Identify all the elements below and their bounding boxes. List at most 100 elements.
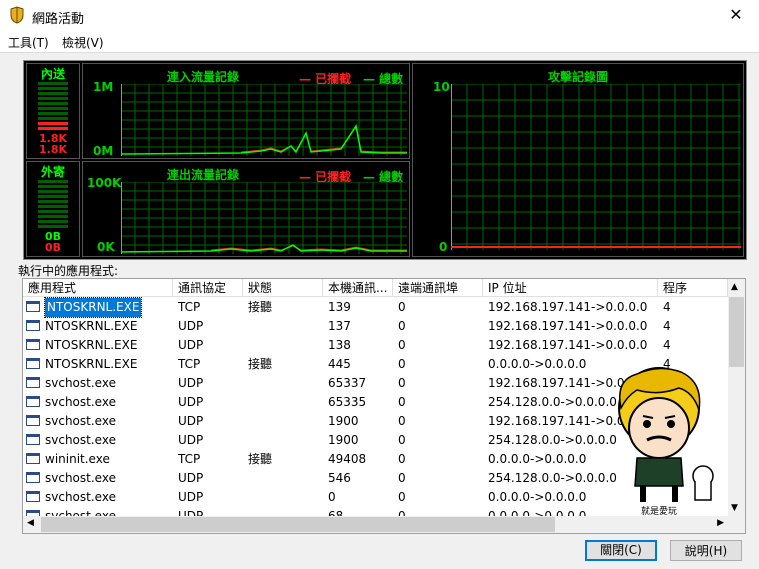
- table-row[interactable]: NTOSKRNL.EXE TCP 接聽 139 0 192.168.197.141->0.…: [23, 297, 728, 318]
- inbound-level-bars: [38, 82, 68, 130]
- network-monitor-panel: 內送 1.8K 1.8K 連入流量記錄 — 已攔截 — 總數 1M 0M 外寄 …: [23, 60, 747, 260]
- application-window-icon: [26, 453, 40, 464]
- outbound-y-min: 0K: [97, 240, 115, 254]
- cell-ip: 192.168.197.141->0.0.0.0: [488, 300, 648, 314]
- cell-local-port: 49408: [328, 452, 367, 466]
- application-window-icon: [26, 491, 40, 502]
- horizontal-scrollbar[interactable]: ◀ ▶: [23, 516, 728, 533]
- shield-icon: [10, 6, 24, 24]
- horizontal-scroll-thumb[interactable]: [41, 517, 555, 532]
- cell-remote-port: 0: [398, 471, 406, 485]
- cell-protocol: TCP: [178, 357, 201, 371]
- cell-process: 4: [663, 338, 671, 352]
- outbound-traffic-graph: 連出流量記錄 — 已攔截 — 總數 100K 0K: [82, 161, 410, 257]
- cell-process: 4: [663, 319, 671, 333]
- vertical-scrollbar[interactable]: ▲ ▼: [728, 279, 745, 516]
- cell-ip: 254.128.0.0->0.0.0.0: [488, 395, 617, 409]
- application-window-icon: [26, 472, 40, 483]
- column-header-app[interactable]: 應用程式: [23, 279, 173, 297]
- cell-remote-port: 0: [398, 490, 406, 504]
- cell-local-port: 138: [328, 338, 351, 352]
- menu-tools[interactable]: 工具(T): [8, 34, 49, 51]
- inbound-graph-plot: [121, 84, 407, 156]
- close-button[interactable]: 關閉(C): [585, 540, 657, 561]
- cell-name: svchost.exe: [45, 433, 116, 447]
- cell-local-port: 546: [328, 471, 351, 485]
- cell-remote-port: 0: [398, 452, 406, 466]
- close-window-button[interactable]: ✕: [713, 0, 759, 32]
- cell-name: NTOSKRNL.EXE: [45, 319, 138, 333]
- column-header-process[interactable]: 程序: [658, 279, 728, 297]
- mascot-sticker: 就是愛玩: [618, 367, 714, 517]
- application-window-icon: [26, 377, 40, 388]
- outbound-meter-title: 外寄: [40, 165, 65, 179]
- cell-protocol: UDP: [178, 338, 204, 352]
- application-window-icon: [26, 339, 40, 350]
- outbound-meter: 外寄 0B 0B: [26, 161, 80, 257]
- column-header-ip[interactable]: IP 位址: [483, 279, 658, 297]
- outbound-level-bars: [38, 180, 68, 228]
- help-button[interactable]: 說明(H): [670, 540, 742, 561]
- cell-name: NTOSKRNL.EXE: [45, 338, 138, 352]
- inbound-y-min: 0M: [93, 144, 114, 158]
- scroll-left-icon[interactable]: ◀: [27, 518, 34, 528]
- cell-protocol: TCP: [178, 452, 201, 466]
- column-header-protocol[interactable]: 通訊協定: [173, 279, 243, 297]
- inbound-meter-title: 內送: [40, 67, 65, 81]
- column-header-remote-port[interactable]: 遠端通訊埠: [393, 279, 483, 297]
- scroll-down-icon[interactable]: ▼: [731, 503, 738, 513]
- cell-protocol: UDP: [178, 319, 204, 333]
- attack-graph-title: 攻擊記錄圖: [547, 70, 608, 84]
- cell-local-port: 139: [328, 300, 351, 314]
- column-header-status[interactable]: 狀態: [243, 279, 323, 297]
- inbound-blocked-value: 1.8K: [38, 143, 67, 156]
- cell-status: 接聽: [248, 452, 273, 466]
- application-window-icon: [26, 415, 40, 426]
- cell-name: svchost.exe: [45, 395, 116, 409]
- cell-name: svchost.exe: [45, 376, 116, 390]
- cell-local-port: 1900: [328, 433, 359, 447]
- table-row[interactable]: NTOSKRNL.EXE UDP 137 0 192.168.197.141->0.0.…: [23, 317, 728, 336]
- inbound-graph-title: 連入流量記錄: [167, 70, 240, 84]
- attack-graph-plot: [451, 84, 741, 250]
- column-header-local-port[interactable]: 本機通訊...: [323, 279, 393, 297]
- outbound-graph-plot: [121, 182, 407, 254]
- application-window-icon: [26, 320, 40, 331]
- inbound-traffic-graph: 連入流量記錄 — 已攔截 — 總數 1M 0M: [82, 63, 410, 159]
- running-apps-label: 執行中的應用程式:: [18, 264, 119, 278]
- cell-local-port: 445: [328, 357, 351, 371]
- cell-remote-port: 0: [398, 300, 406, 314]
- cell-local-port: 1900: [328, 414, 359, 428]
- cell-remote-port: 0: [398, 319, 406, 333]
- mascot-caption: 就是愛玩: [641, 505, 677, 517]
- application-window-icon: [26, 434, 40, 445]
- vertical-scroll-thumb[interactable]: [729, 297, 744, 367]
- cell-remote-port: 0: [398, 376, 406, 390]
- cell-protocol: UDP: [178, 414, 204, 428]
- scroll-right-icon[interactable]: ▶: [717, 518, 724, 528]
- cell-status: 接聽: [248, 300, 273, 314]
- table-row[interactable]: NTOSKRNL.EXE UDP 138 0 192.168.197.141->0.0.…: [23, 336, 728, 355]
- cell-name: svchost.exe: [45, 490, 116, 504]
- menu-view[interactable]: 檢視(V): [62, 34, 104, 51]
- cell-local-port: 65337: [328, 376, 367, 390]
- title-bar: 網路活動 ✕: [0, 0, 759, 32]
- cell-ip: 0.0.0.0->0.0.0.0: [488, 357, 587, 371]
- cell-remote-port: 0: [398, 357, 406, 371]
- inbound-y-max: 1M: [93, 80, 114, 94]
- cell-ip: 192.168.197.141->0.0.0.0: [488, 338, 648, 352]
- attack-y-min: 0: [439, 240, 448, 254]
- inbound-meter: 內送 1.8K 1.8K: [26, 63, 80, 159]
- cell-remote-port: 0: [398, 338, 406, 352]
- cell-name: svchost.exe: [45, 471, 116, 485]
- scroll-up-icon[interactable]: ▲: [731, 282, 738, 292]
- cell-name: NTOSKRNL.EXE: [45, 357, 138, 371]
- cell-ip: 0.0.0.0->0.0.0.0: [488, 490, 587, 504]
- cell-ip: 0.0.0.0->0.0.0.0: [488, 452, 587, 466]
- attack-graph: 攻擊記錄圖 10 0: [412, 63, 744, 257]
- outbound-graph-title: 連出流量記錄: [167, 168, 240, 182]
- cell-name: svchost.exe: [45, 414, 116, 428]
- application-window-icon: [26, 396, 40, 407]
- cell-protocol: UDP: [178, 376, 204, 390]
- cell-remote-port: 0: [398, 433, 406, 447]
